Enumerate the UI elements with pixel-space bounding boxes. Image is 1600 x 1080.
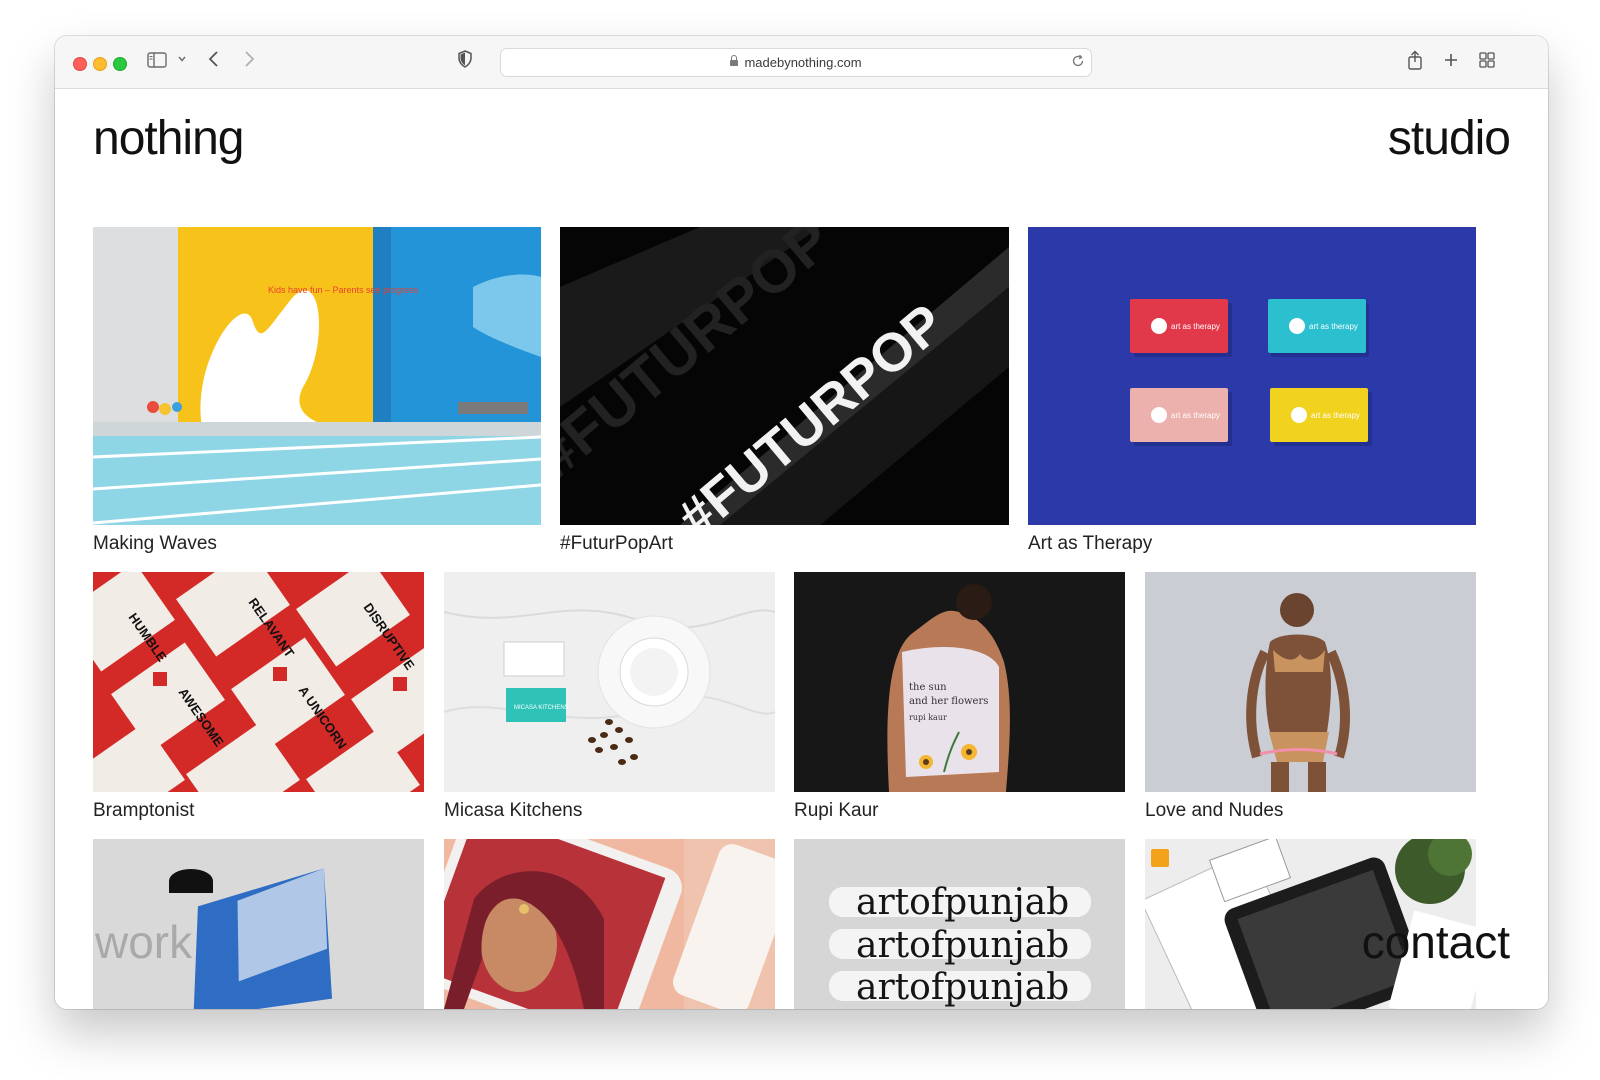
project-title[interactable]: Bramptonist [93,800,194,822]
browser-toolbar: madebynothing.com [55,36,1548,89]
browser-window: madebynothing.com nothing studio Kids ha… [55,36,1548,1009]
site-logo[interactable]: nothing [93,111,244,166]
new-tab-icon[interactable] [1443,50,1459,74]
punjab-wordmark: artofpunjab [856,882,1069,923]
project-image-art-of-punjab[interactable]: artofpunjab artofpunjab artofpunjab [794,839,1125,1009]
project-image-bramptonist[interactable]: HUMBLE RELAVANT DISRUPTIVE AWESOME A UNI… [93,572,424,792]
pool-tagline: Kids have fun – Parents see progress [268,285,419,295]
share-icon[interactable] [1407,50,1423,76]
tab-overview-icon[interactable] [1479,50,1495,74]
reload-icon[interactable] [1071,54,1085,73]
project-title[interactable]: Love and Nudes [1145,800,1283,822]
project-title[interactable]: Micasa Kitchens [444,800,582,822]
punjab-wordmark: artofpunjab [856,925,1069,966]
project-title[interactable]: Making Waves [93,533,217,555]
lock-icon [730,55,739,66]
project-image-making-waves[interactable]: Kids have fun – Parents see progress [93,227,541,525]
project-image-tablet-portrait[interactable] [444,839,775,1009]
web-page: nothing studio Kids have fun – Parents s… [55,89,1548,1009]
minimize-window-button[interactable] [93,57,107,71]
forward-button[interactable] [242,50,256,74]
project-image-micasa-kitchens[interactable]: MICASA KITCHENS [444,572,775,792]
project-image-art-as-therapy[interactable]: art as therapy art as therapy art as the… [1028,227,1476,525]
sidebar-toggle-icon[interactable] [147,50,167,74]
nav-contact-link[interactable]: contact [1362,915,1510,969]
card-label: art as therapy [1171,411,1220,420]
project-title[interactable]: Art as Therapy [1028,533,1152,555]
project-image-futurpopart[interactable]: #FUTURPOP #FUTURPOP [560,227,1009,525]
back-text: and her flowers [909,696,988,707]
back-text: the sun [909,682,947,693]
back-text: rupi kaur [909,713,947,722]
studio-link[interactable]: studio [1388,111,1511,166]
business-card-text: MICASA KITCHENS [514,705,569,711]
punjab-wordmark: artofpunjab [856,967,1069,1008]
project-title[interactable]: #FuturPopArt [560,533,673,555]
url-text: madebynothing.com [744,55,862,70]
project-image-rupi-kaur[interactable]: the sun and her flowers rupi kaur [794,572,1125,792]
address-bar[interactable]: madebynothing.com [500,48,1092,77]
zoom-window-button[interactable] [113,57,127,71]
project-title[interactable]: Rupi Kaur [794,800,879,822]
card-label: art as therapy [1311,411,1360,420]
nav-work-link[interactable]: work [95,915,192,969]
card-label: art as therapy [1171,322,1220,331]
chevron-down-icon[interactable] [177,50,187,74]
project-image-love-and-nudes[interactable] [1145,572,1476,792]
privacy-shield-icon[interactable] [457,50,473,74]
back-button[interactable] [207,50,221,74]
card-label: art as therapy [1309,322,1358,331]
close-window-button[interactable] [73,57,87,71]
